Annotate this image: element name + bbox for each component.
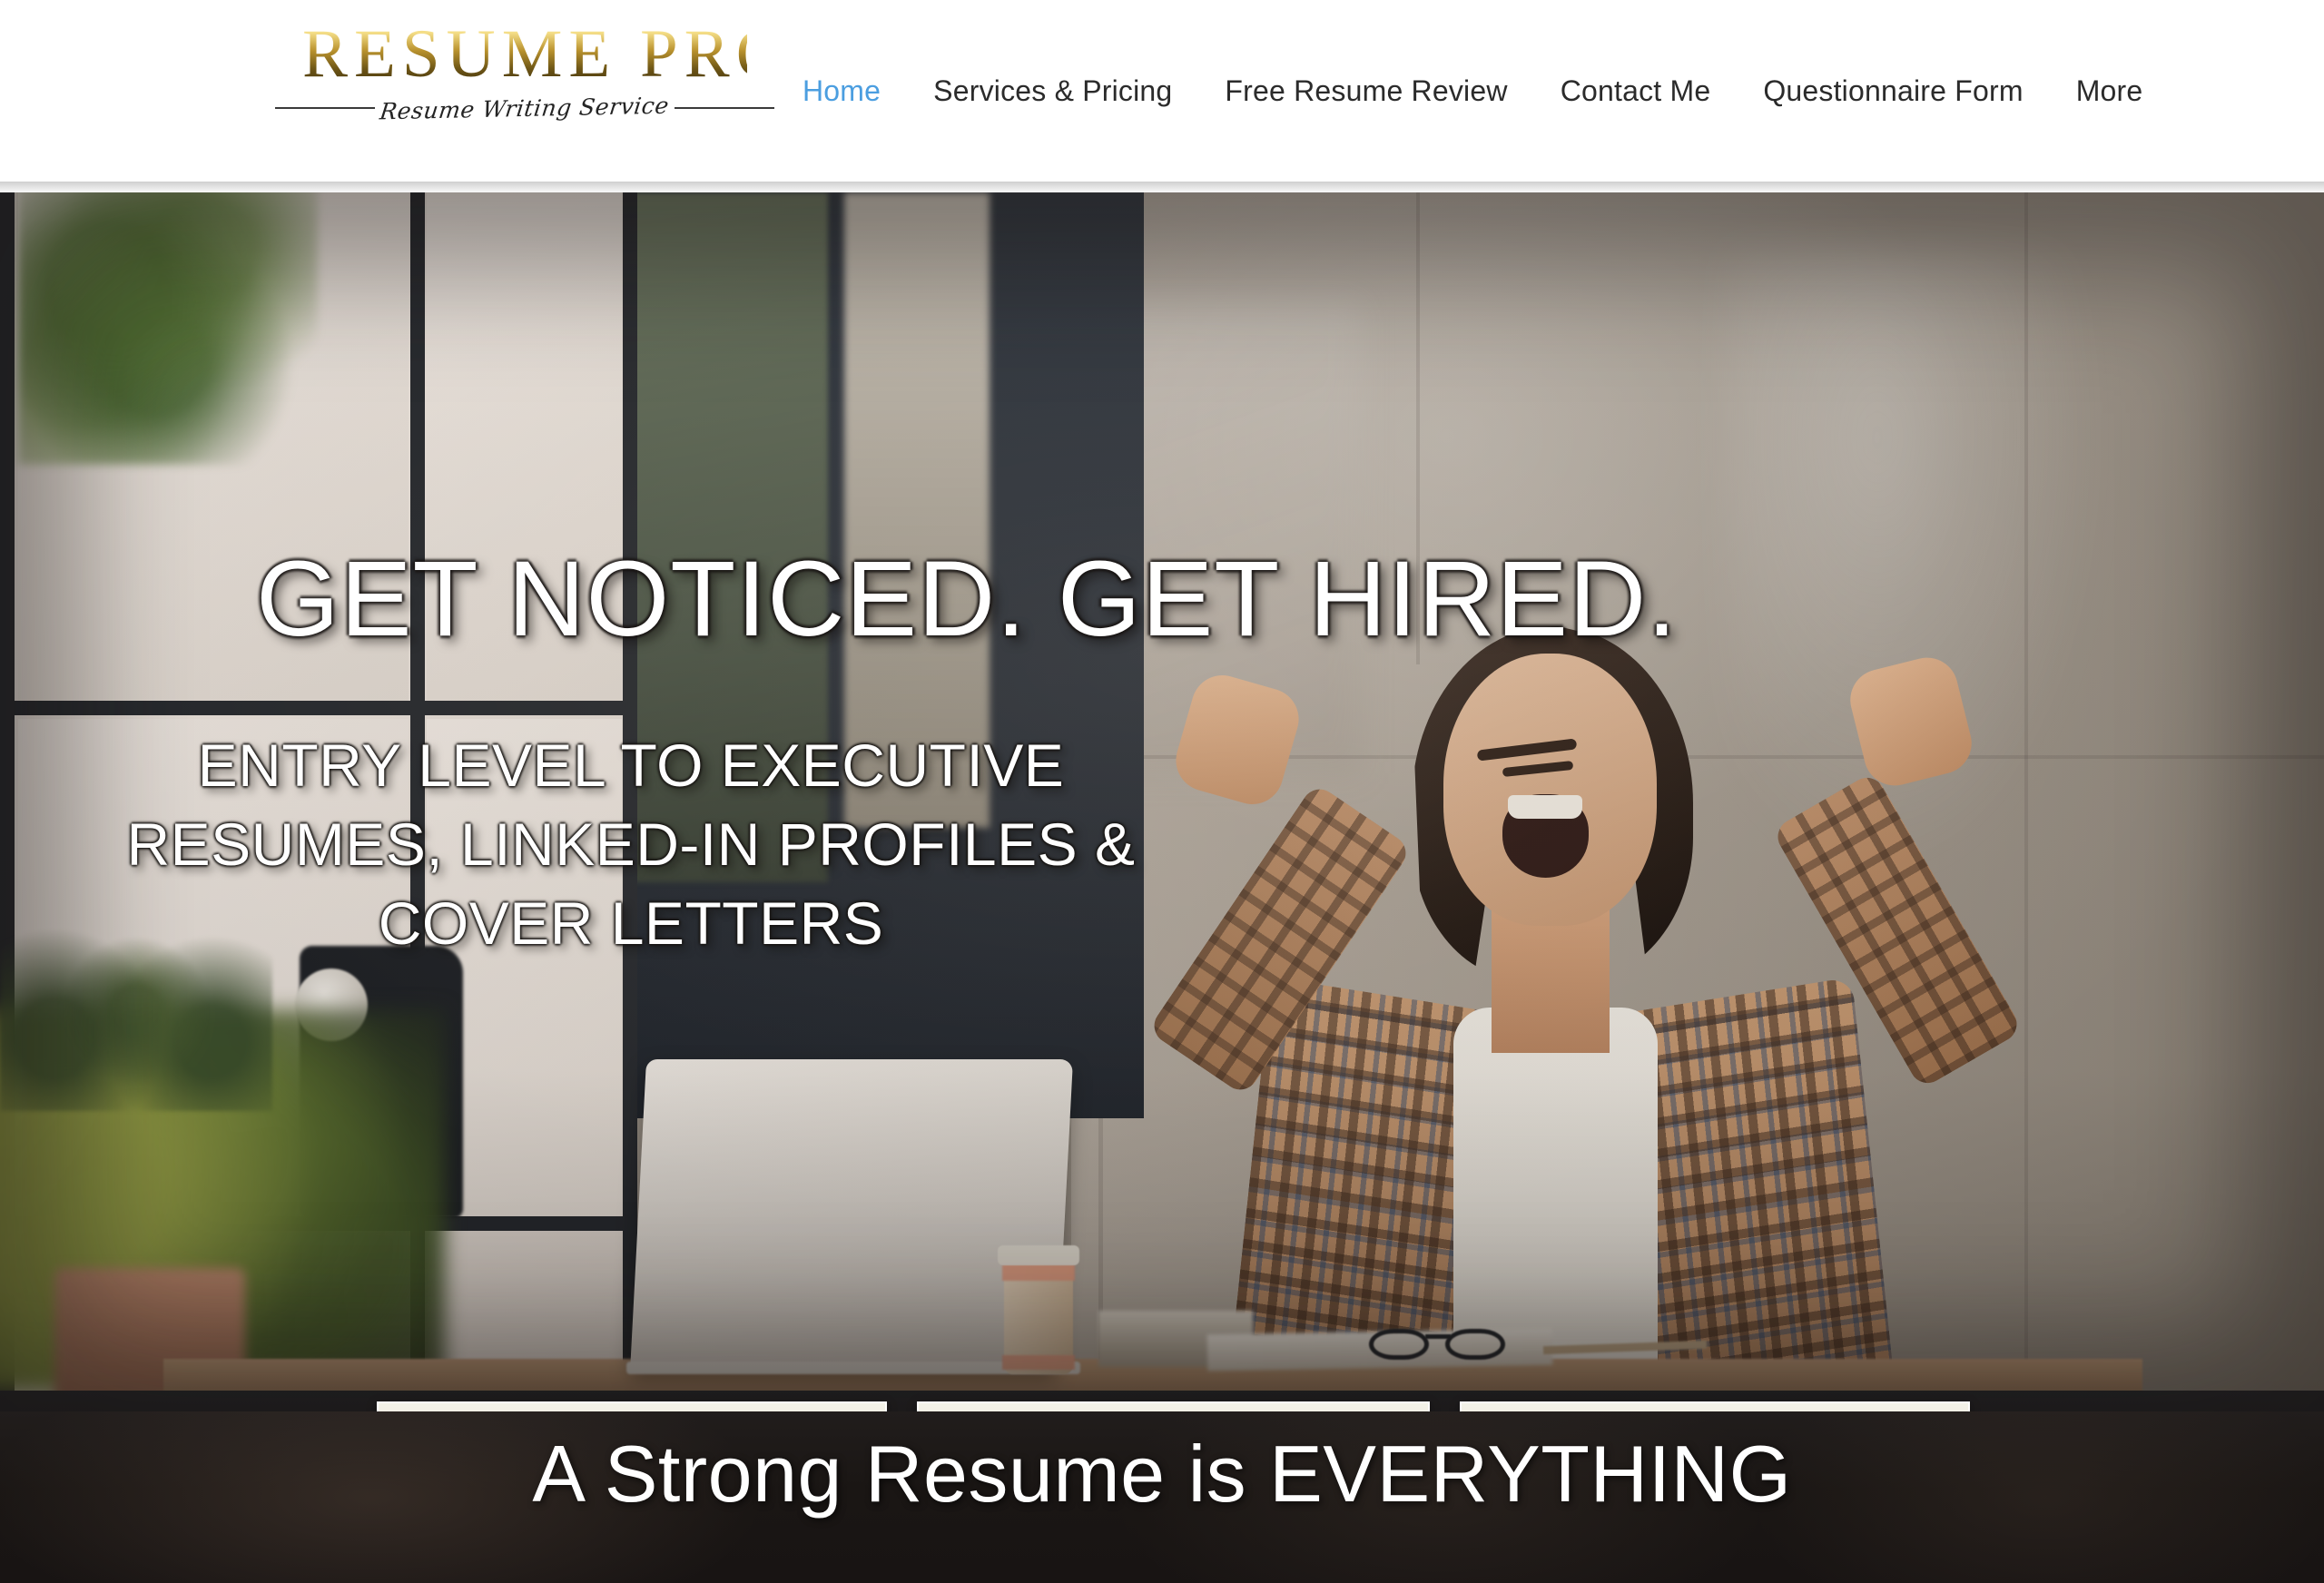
logo-wordmark: RESUME PRO (302, 16, 792, 92)
hero-section: GET NOTICED. GET HIRED. ENTRY LEVEL TO E… (0, 192, 2324, 1411)
nav-item-contact-me[interactable]: Contact Me (1534, 74, 1738, 108)
hero-headline: GET NOTICED. GET HIRED. (256, 539, 1678, 659)
questionnaire-form-button[interactable]: QUESTIONNAIRE FORM (1460, 1401, 1970, 1411)
hero-subheadline: ENTRY LEVEL TO EXECUTIVE RESUMES, LINKED… (0, 726, 1262, 963)
logo-tagline-row: Resume Writing Service (275, 84, 774, 132)
eyeglass-lens (1369, 1329, 1429, 1360)
nav-item-services-pricing[interactable]: Services & Pricing (907, 74, 1198, 108)
site-logo[interactable]: RESUME PRO Resume Writing Service (275, 16, 792, 147)
strong-resume-heading: A Strong Resume is EVERYTHING (532, 1429, 1792, 1519)
coffee-cup-sleeve (1002, 1264, 1075, 1281)
nav-item-free-resume-review[interactable]: Free Resume Review (1198, 74, 1533, 108)
coffee-cup-base-band (1002, 1355, 1075, 1370)
strong-resume-section: A Strong Resume is EVERYTHING (0, 1411, 2324, 1583)
logo-rule-right-icon (674, 107, 774, 109)
nav-item-home[interactable]: Home (776, 74, 907, 108)
window-mullion (0, 701, 635, 715)
hero-subheadline-line-3: COVER LETTERS (378, 890, 884, 958)
teeth (1508, 795, 1582, 819)
fist-right (1844, 651, 1978, 792)
face (1443, 654, 1657, 926)
free-expert-resume-review-button[interactable]: FREE EXPERT RESUME REVIEW (377, 1401, 887, 1411)
eyeglass-lens (1445, 1329, 1505, 1360)
wall-seam (2024, 192, 2028, 1411)
eyeglass-bridge (1425, 1334, 1451, 1339)
services-and-pricing-button[interactable]: SERVICES & PRICING (917, 1401, 1430, 1411)
celebrating-man (1147, 626, 2024, 1411)
nav-item-questionnaire-form[interactable]: Questionnaire Form (1737, 74, 2049, 108)
site-header: RESUME PRO Resume Writing Service Home S… (0, 0, 2324, 182)
window-foliage (18, 192, 318, 465)
hero-subheadline-line-1: ENTRY LEVEL TO EXECUTIVE (197, 732, 1065, 799)
website-page: RESUME PRO Resume Writing Service Home S… (0, 0, 2324, 1583)
logo-rule-left-icon (275, 107, 376, 109)
header-divider-shadow (0, 182, 2324, 194)
logo-tagline: Resume Writing Service (379, 92, 671, 124)
eyeglasses-icon (1369, 1329, 1519, 1365)
hero-subheadline-line-2: RESUMES, LINKED-IN PROFILES & (126, 811, 1136, 879)
hero-cta-row: FREE EXPERT RESUME REVIEW SERVICES & PRI… (0, 1401, 2324, 1411)
main-navigation: Home Services & Pricing Free Resume Revi… (776, 0, 2169, 182)
coffee-cup-lid (998, 1245, 1079, 1265)
nav-item-more[interactable]: More (2050, 74, 2170, 108)
